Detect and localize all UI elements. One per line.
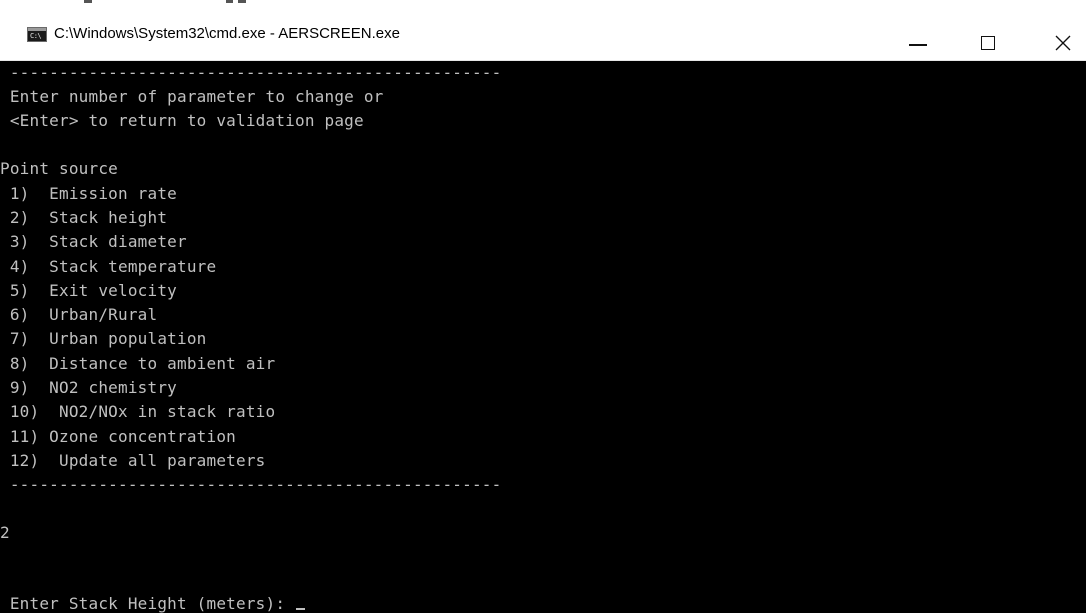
prompt-line: <Enter> to return to validation page — [0, 111, 364, 130]
window-top-edge — [0, 0, 1086, 8]
minimize-icon — [909, 44, 927, 46]
menu-option: 4) Stack temperature — [0, 257, 217, 276]
menu-option: 7) Urban population — [0, 329, 207, 348]
maximize-button[interactable] — [962, 16, 1008, 60]
menu-option: 8) Distance to ambient air — [0, 354, 276, 373]
cmd-icon-glyph: C:\ — [30, 32, 42, 40]
close-icon — [1055, 35, 1071, 51]
text-cursor — [295, 608, 305, 610]
user-input-echo: 2 — [0, 523, 10, 542]
input-prompt-line[interactable]: Enter Stack Height (meters): — [0, 592, 305, 613]
separator-line: ----------------------------------------… — [0, 63, 502, 82]
menu-option: 9) NO2 chemistry — [0, 378, 177, 397]
menu-option: 10) NO2/NOx in stack ratio — [0, 402, 276, 421]
cmd-icon-titlebar — [28, 28, 46, 31]
edge-mark — [226, 0, 233, 3]
section-heading: Point source — [0, 159, 118, 178]
window-title: C:\Windows\System32\cmd.exe - AERSCREEN.… — [54, 25, 400, 42]
input-prompt: Enter Stack Height (meters): — [0, 594, 295, 613]
edge-mark — [238, 0, 246, 3]
menu-option: 6) Urban/Rural — [0, 305, 158, 324]
console-output[interactable]: ----------------------------------------… — [0, 61, 1086, 613]
menu-option: 3) Stack diameter — [0, 232, 187, 251]
menu-option: 2) Stack height — [0, 208, 168, 227]
menu-option: 11) Ozone concentration — [0, 427, 236, 446]
menu-option: 1) Emission rate — [0, 184, 177, 203]
title-bar[interactable]: C:\ C:\Windows\System32\cmd.exe - AERSCR… — [0, 8, 1086, 61]
console-window: C:\ C:\Windows\System32\cmd.exe - AERSCR… — [0, 0, 1086, 613]
close-button[interactable] — [1040, 16, 1086, 60]
edge-mark — [84, 0, 92, 3]
minimize-button[interactable] — [895, 16, 941, 60]
menu-option: 12) Update all parameters — [0, 451, 266, 470]
cmd-icon[interactable]: C:\ — [27, 27, 47, 42]
prompt-line: Enter number of parameter to change or — [0, 87, 384, 106]
maximize-icon — [981, 36, 995, 50]
separator-line: ----------------------------------------… — [0, 475, 502, 494]
menu-option: 5) Exit velocity — [0, 281, 177, 300]
